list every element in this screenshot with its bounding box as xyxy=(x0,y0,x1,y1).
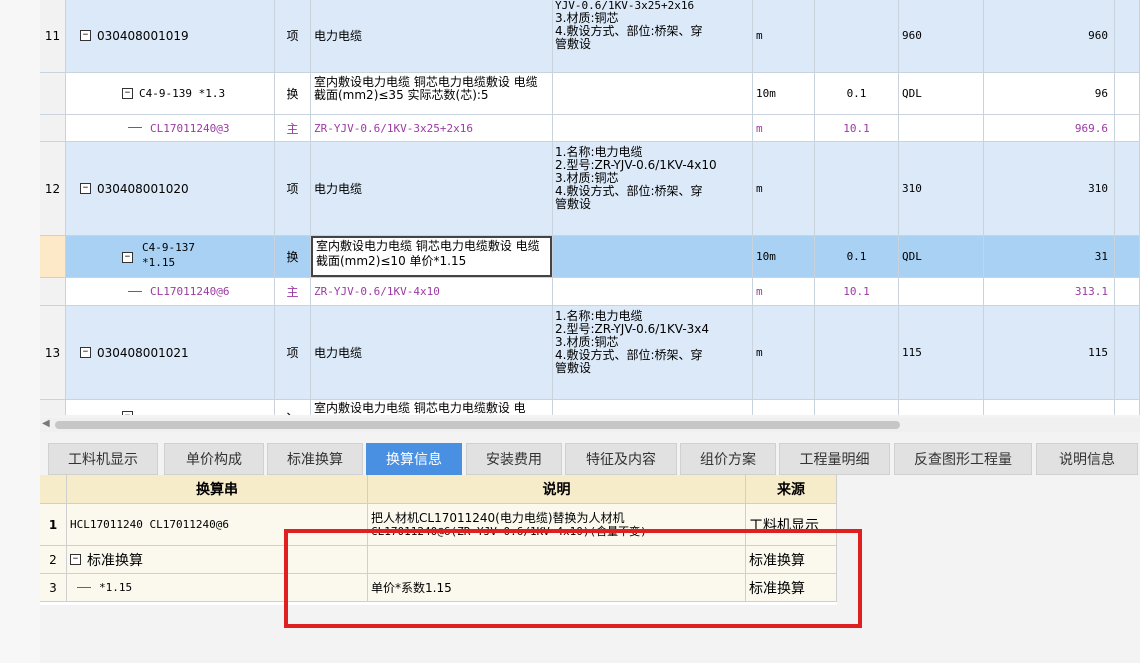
scroll-left-icon[interactable]: ◀ xyxy=(42,418,50,429)
item-code: CL17011240@3 xyxy=(150,121,230,135)
item-name: ZR-YJV-0.6/1KV-4x10 xyxy=(311,278,553,306)
item-code: 030408001020 xyxy=(97,181,189,196)
item-features: YJV-0.6/1KV-3x25+2x16 3.材质:铜芯 4.敷设方式、部位:… xyxy=(553,0,753,73)
table-row[interactable]: CL17011240@6 主 ZR-YJV-0.6/1KV-4x10 m 10.… xyxy=(40,278,1140,306)
row-number: 13 xyxy=(40,306,66,400)
item-amount: 960 xyxy=(984,0,1115,73)
conversion-string: *1.15 xyxy=(99,581,133,594)
table-row[interactable]: CL17011240@3 主 ZR-YJV-0.6/1KV-3x25+2x16 … xyxy=(40,115,1140,142)
row-number: 1 xyxy=(40,504,67,546)
item-name: 电力电缆 xyxy=(311,0,553,73)
item-code: 030408001021 xyxy=(97,345,189,360)
item-type: 项 xyxy=(275,142,311,236)
item-type: 换 xyxy=(275,73,311,115)
item-amount: 310 xyxy=(984,142,1115,236)
item-unit: m xyxy=(753,115,815,142)
table-header: 换算串 说明 来源 xyxy=(40,475,837,504)
table-row-selected[interactable]: − C4-9-137 *1.15 换 室内敷设电力电缆 铜芯电力电缆敷设 电缆截… xyxy=(40,236,1140,278)
collapse-icon[interactable]: − xyxy=(122,411,133,415)
item-unit: 10m xyxy=(753,236,815,278)
tab-reverse-graphic-quantity[interactable]: 反查图形工程量 xyxy=(894,443,1032,475)
collapse-icon[interactable]: − xyxy=(80,30,91,41)
highlight-annotation-box xyxy=(284,529,862,628)
item-expr: QDL xyxy=(899,236,984,278)
tab-features-content[interactable]: 特征及内容 xyxy=(565,443,677,475)
row-number: 2 xyxy=(40,546,67,574)
item-unit: m xyxy=(753,142,815,236)
item-unit: 10m xyxy=(753,73,815,115)
item-code: C4-9-137 xyxy=(142,241,195,254)
table-row[interactable]: 11 − 030408001019 项 电力电缆 YJV-0.6/1KV-3x2… xyxy=(40,0,1140,73)
table-row[interactable]: 12 − 030408001020 项 电力电缆 1.名称:电力电缆 2.型号:… xyxy=(40,142,1140,236)
item-name: 电力电缆 xyxy=(311,142,553,236)
item-amount: 31 xyxy=(984,236,1115,278)
row-number: 3 xyxy=(40,574,67,602)
item-unit: m xyxy=(753,0,815,73)
quota-grid: 11 − 030408001019 项 电力电缆 YJV-0.6/1KV-3x2… xyxy=(40,0,1140,415)
tree-line xyxy=(77,586,91,589)
tab-unit-price-composition[interactable]: 单价构成 xyxy=(164,443,264,475)
tree-line xyxy=(128,290,142,293)
item-name: ZR-YJV-0.6/1KV-3x25+2x16 xyxy=(311,115,553,142)
item-type: 项 xyxy=(275,306,311,400)
item-amount: 313.1 xyxy=(984,278,1115,306)
collapse-icon[interactable]: − xyxy=(122,252,133,263)
left-gutter xyxy=(0,0,40,663)
item-qty: 10.1 xyxy=(815,115,899,142)
item-features: 1.名称:电力电缆 2.型号:ZR-YJV-0.6/1KV-3x4 3.材质:铜… xyxy=(553,306,753,400)
item-code: 030408001019 xyxy=(97,28,189,43)
tab-description-info[interactable]: 说明信息 xyxy=(1036,443,1138,475)
item-type: 项 xyxy=(275,0,311,73)
tab-standard-conversion[interactable]: 标准换算 xyxy=(267,443,363,475)
tab-quantity-details[interactable]: 工程量明细 xyxy=(779,443,890,475)
item-type: 、 xyxy=(275,400,311,415)
item-expr: QDL xyxy=(899,73,984,115)
item-name: 室内敷设电力电缆 铜芯电力电缆敷设 电 xyxy=(311,400,553,415)
item-amount: 115 xyxy=(984,306,1115,400)
item-qty: 0.1 xyxy=(815,73,899,115)
item-expr: 310 xyxy=(899,142,984,236)
collapse-icon[interactable]: − xyxy=(70,554,81,565)
table-row[interactable]: − C4-9-139 *1.3 换 室内敷设电力电缆 铜芯电力电缆敷设 电缆截面… xyxy=(40,73,1140,115)
item-type: 主 xyxy=(275,278,311,306)
item-unit: m xyxy=(753,306,815,400)
tab-labor-material-machine[interactable]: 工料机显示 xyxy=(48,443,158,475)
column-header[interactable]: 换算串 xyxy=(67,475,368,504)
tab-conversion-info[interactable]: 换算信息 xyxy=(366,443,462,475)
conversion-group: 标准换算 xyxy=(87,552,143,569)
item-qty: 0.1 xyxy=(815,236,899,278)
collapse-icon[interactable]: − xyxy=(80,183,91,194)
item-code: CL17011240@6 xyxy=(150,285,230,298)
column-header[interactable]: 来源 xyxy=(746,475,837,504)
horizontal-scrollbar[interactable]: ◀ xyxy=(40,418,1140,432)
item-amount: 969.6 xyxy=(984,115,1115,142)
item-name: 室内敷设电力电缆 铜芯电力电缆敷设 电缆截面(mm2)≤35 实际芯数(芯):5 xyxy=(311,73,553,115)
tab-pricing-scheme[interactable]: 组价方案 xyxy=(680,443,776,475)
table-row[interactable]: 13 − 030408001021 项 电力电缆 1.名称:电力电缆 2.型号:… xyxy=(40,306,1140,400)
item-name: 电力电缆 xyxy=(311,306,553,400)
item-expr: 960 xyxy=(899,0,984,73)
item-code: C4-9-139 *1.3 xyxy=(139,87,226,100)
item-features: 1.名称:电力电缆 2.型号:ZR-YJV-0.6/1KV-4x10 3.材质:… xyxy=(553,142,753,236)
collapse-icon[interactable]: − xyxy=(80,347,91,358)
name-edit-cell[interactable]: 室内敷设电力电缆 铜芯电力电缆敷设 电缆截面(mm2)≤10 单价*1.15 xyxy=(311,236,552,277)
tree-line xyxy=(128,127,142,129)
item-unit: m xyxy=(753,278,815,306)
item-qty: 10.1 xyxy=(815,278,899,306)
collapse-icon[interactable]: − xyxy=(122,88,133,99)
column-header[interactable]: 说明 xyxy=(368,475,746,504)
scrollbar-thumb[interactable] xyxy=(55,421,900,429)
item-type: 主 xyxy=(275,115,311,142)
row-number: 12 xyxy=(40,142,66,236)
item-expr: 115 xyxy=(899,306,984,400)
table-row[interactable]: − 、 室内敷设电力电缆 铜芯电力电缆敷设 电 xyxy=(40,400,1140,415)
row-number: 11 xyxy=(40,0,66,73)
item-type: 换 xyxy=(275,236,311,278)
item-amount: 96 xyxy=(984,73,1115,115)
tab-installation-fee[interactable]: 安装费用 xyxy=(466,443,562,475)
